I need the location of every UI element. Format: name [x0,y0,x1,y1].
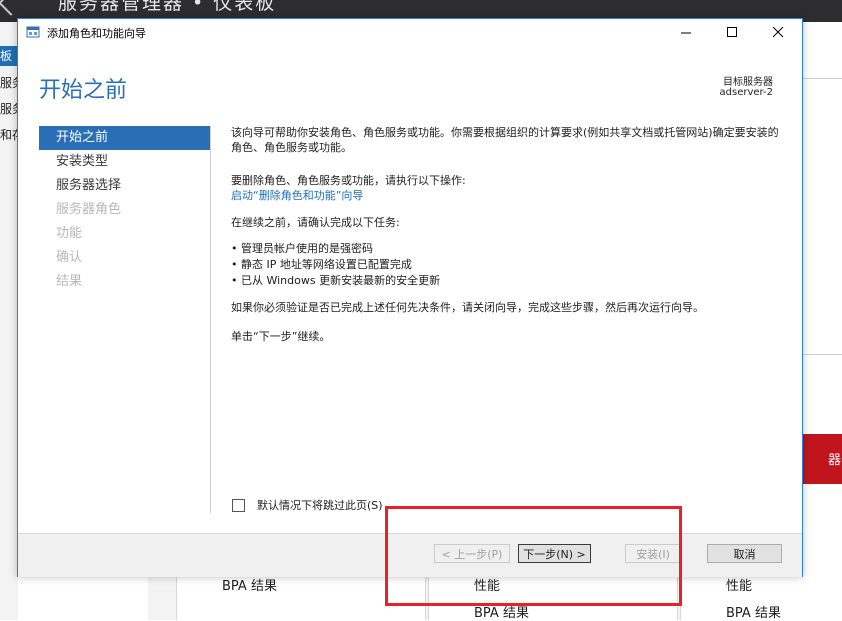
wizard-app-icon [26,26,40,38]
background-divider [802,354,842,355]
intro-text: 该向导可帮助你安装角色、角色服务或功能。你需要根据组织的计算要求(例如共享文档或… [231,126,779,154]
page-title: 开始之前 [39,78,128,103]
nav-step-installation-type[interactable]: 安装类型 [39,150,211,174]
task-list: 管理员帐户使用的是强密码 静态 IP 地址等网络设置已配置完成 已从 Windo… [231,241,787,289]
remove-heading: 要删除角色、角色服务或功能，请执行以下操作: [231,174,466,187]
red-tile-text: 器 [828,453,842,468]
red-highlight-box [385,506,682,606]
background-red-tile[interactable]: 器 [802,434,842,484]
task-item: 管理员帐户使用的是强密码 [231,241,787,257]
verify-note: 如果你必须验证是否已完成上述任何先决条件，请关闭向导，完成这些步骤，然后再次运行… [231,301,704,314]
task-item: 静态 IP 地址等网络设置已配置完成 [231,257,787,273]
target-server-value: adserver-2 [719,87,773,98]
wizard-content: 该向导可帮助你安装角色、角色服务或功能。你需要根据组织的计算要求(例如共享文档或… [231,125,787,344]
sidebar-item-file-storage[interactable]: 和存 [0,126,18,143]
back-arrow-icon[interactable] [0,0,24,16]
maximize-icon [727,27,737,37]
cancel-button[interactable]: 取消 [707,544,782,563]
minimize-icon [681,32,691,34]
skip-page-label[interactable]: 默认情况下将跳过此页(S) [257,497,383,513]
dialog-titlebar[interactable]: 添加角色和功能向导 [18,19,802,46]
target-server-label: 目标服务器 [723,77,773,88]
tile1-bpa-label[interactable]: BPA 结果 [222,575,277,594]
tile3-bpa-label[interactable]: BPA 结果 [726,602,781,621]
minimize-button[interactable] [664,19,710,46]
nav-step-features: 功能 [56,226,83,241]
maximize-button[interactable] [710,19,756,46]
dialog-title: 添加角色和功能向导 [47,27,146,40]
skip-page-checkbox[interactable] [232,499,245,512]
before-continue-text: 在继续之前，请确认完成以下任务: [231,216,400,229]
nav-step-server-selection[interactable]: 服务器选择 [39,174,211,198]
sidebar-item-all-servers[interactable]: 服务 [0,100,18,117]
server-manager-title: 服务器管理器 • 仪表板 [58,0,277,14]
nav-step-confirmation: 确认 [56,250,83,265]
nav-divider [210,126,211,513]
dialog-header: 开始之前 目标服务器 adserver-2 [18,46,802,116]
sidebar-item-local-server[interactable]: 服务 [0,74,18,91]
add-roles-wizard-dialog: 添加角色和功能向导 开始之前 目标服务器 adserver-2 开始之前 安装类… [17,18,803,577]
close-icon [773,27,784,38]
nav-step-server-roles: 服务器角色 [56,202,122,217]
server-manager-sidebar: 板 服务 服务 和存 [0,22,18,620]
sidebar-item-dashboard[interactable]: 板 [0,46,18,66]
task-item: 已从 Windows 更新安装最新的安全更新 [231,273,787,289]
remove-wizard-link[interactable]: 启动“删除角色和功能”向导 [231,188,787,203]
background-panel [802,22,842,79]
wizard-step-nav: 开始之前 安装类型 服务器选择 服务器角色 功能 确认 结果 [39,126,211,294]
tile3-performance-label[interactable]: 性能 [726,575,752,594]
click-next-text: 单击“下一步”继续。 [231,330,331,343]
nav-step-before-you-begin[interactable]: 开始之前 [39,126,211,150]
nav-step-results: 结果 [56,274,83,289]
close-button[interactable] [756,19,802,46]
